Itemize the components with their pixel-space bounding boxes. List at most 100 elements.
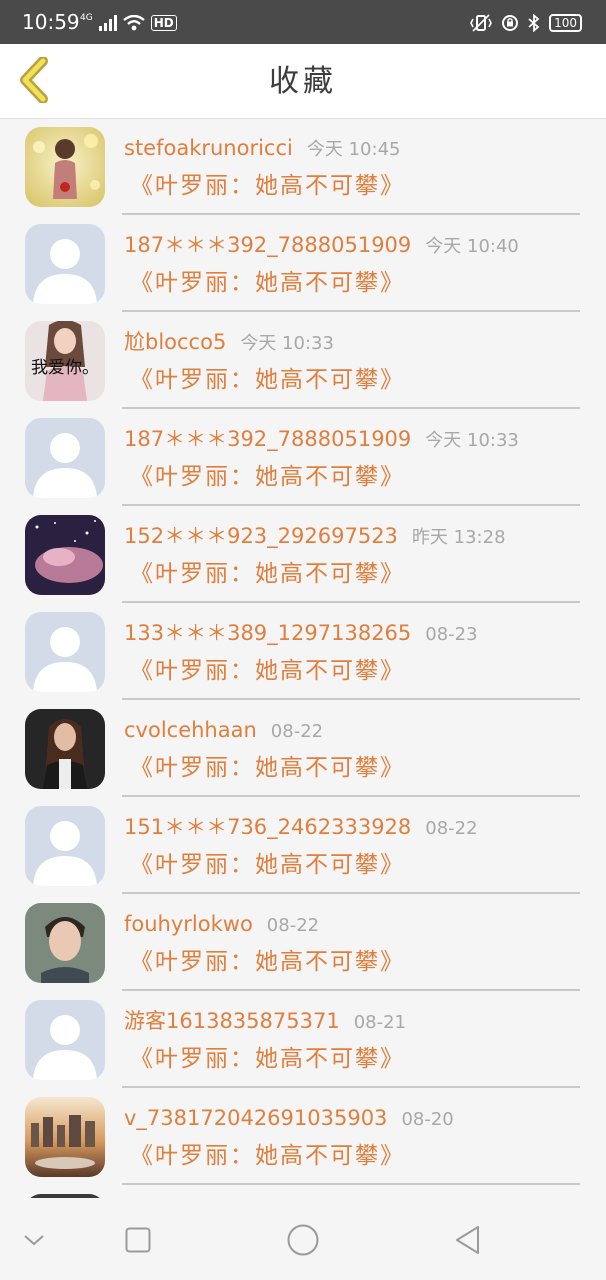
chevron-down-icon bbox=[24, 1235, 44, 1246]
avatar[interactable] bbox=[25, 127, 105, 207]
nav-recents-button[interactable] bbox=[116, 1218, 160, 1262]
signal-icon bbox=[98, 15, 117, 31]
wifi-icon bbox=[122, 15, 145, 31]
status-right-icons: 100 bbox=[469, 14, 582, 32]
avatar[interactable] bbox=[25, 1097, 105, 1177]
nav-home-button[interactable] bbox=[281, 1218, 325, 1262]
item-book-title[interactable]: 《叶罗丽：她高不可攀》 bbox=[130, 849, 405, 881]
circle-icon bbox=[287, 1224, 319, 1256]
item-username: 尬blocco5 今天 10:33 bbox=[124, 328, 334, 358]
username-text: 133＊＊＊389_1297138265 bbox=[124, 621, 412, 645]
hd-icon: HD bbox=[150, 15, 177, 31]
item-book-title[interactable]: 《叶罗丽：她高不可攀》 bbox=[130, 267, 405, 299]
avatar[interactable]: 我爱你。 bbox=[25, 321, 105, 401]
vibrate-icon bbox=[470, 14, 492, 32]
item-time: 08-22 bbox=[266, 915, 320, 936]
avatar[interactable] bbox=[25, 418, 105, 498]
item-book-title[interactable]: 《叶罗丽：她高不可攀》 bbox=[130, 364, 405, 396]
navigation-bar bbox=[0, 1198, 606, 1280]
username-text: cvolcehhaan bbox=[124, 718, 257, 742]
avatar[interactable] bbox=[25, 709, 105, 789]
item-username: 152＊＊＊923_292697523 昨天 13:28 bbox=[124, 522, 506, 552]
avatar[interactable] bbox=[25, 1000, 105, 1080]
status-time: 10:59 bbox=[22, 10, 80, 34]
item-username: 游客1613835875371 08-21 bbox=[124, 1007, 406, 1037]
status-bar: 10:59 4G HD 100 bbox=[0, 0, 606, 44]
battery-icon: 100 bbox=[549, 14, 582, 32]
item-time: 今天 10:33 bbox=[240, 333, 334, 354]
list-item[interactable]: 187＊＊＊392_7888051909 今天 10:40 《叶罗丽：她高不可攀》 bbox=[0, 215, 606, 312]
list-item[interactable]: 151＊＊＊736_2462333928 08-22 《叶罗丽：她高不可攀》 bbox=[0, 797, 606, 894]
item-time: 今天 10:40 bbox=[425, 236, 519, 257]
status-left-icons: 4G HD bbox=[80, 14, 177, 32]
avatar-image bbox=[25, 1097, 105, 1177]
username-text: 151＊＊＊736_2462333928 bbox=[124, 815, 412, 839]
item-book-title[interactable]: 《叶罗丽：她高不可攀》 bbox=[130, 1043, 405, 1075]
avatar[interactable] bbox=[25, 224, 105, 304]
alarm-icon bbox=[502, 15, 519, 31]
default-user-icon bbox=[25, 224, 105, 304]
avatar-image: 我爱你。 bbox=[25, 321, 105, 401]
item-book-title[interactable]: 《叶罗丽：她高不可攀》 bbox=[130, 170, 405, 202]
triangle-back-icon bbox=[456, 1226, 479, 1254]
username-text: 187＊＊＊392_7888051909 bbox=[124, 427, 412, 451]
item-book-title[interactable]: 《叶罗丽：她高不可攀》 bbox=[130, 1140, 405, 1172]
list-item[interactable] bbox=[0, 1185, 606, 1198]
item-username: 133＊＊＊389_1297138265 08-23 bbox=[124, 619, 478, 649]
avatar-image bbox=[25, 903, 105, 983]
item-username: 187＊＊＊392_7888051909 今天 10:40 bbox=[124, 231, 519, 261]
username-text: fouhyrlokwo bbox=[124, 912, 253, 936]
bluetooth-icon bbox=[528, 14, 540, 32]
list-item[interactable]: 187＊＊＊392_7888051909 今天 10:33 《叶罗丽：她高不可攀》 bbox=[0, 409, 606, 506]
nav-hide-button[interactable] bbox=[12, 1218, 56, 1262]
list-item[interactable]: 我爱你。 尬blocco5 今天 10:33 《叶罗丽：她高不可攀》 bbox=[0, 312, 606, 409]
item-username: 187＊＊＊392_7888051909 今天 10:33 bbox=[124, 425, 519, 455]
item-time: 今天 10:45 bbox=[306, 139, 401, 160]
square-icon bbox=[125, 1227, 151, 1253]
network-label: 4G bbox=[80, 13, 93, 23]
avatar[interactable] bbox=[25, 806, 105, 886]
item-book-title[interactable]: 《叶罗丽：她高不可攀》 bbox=[130, 461, 405, 493]
username-text: 187＊＊＊392_7888051909 bbox=[124, 233, 412, 257]
item-time: 08-22 bbox=[425, 818, 478, 839]
default-user-icon bbox=[25, 1000, 105, 1080]
page-title: 收藏 bbox=[269, 64, 337, 99]
list-item[interactable]: stefoakrunoricci 今天 10:45 《叶罗丽：她高不可攀》 bbox=[0, 118, 606, 215]
item-book-title[interactable]: 《叶罗丽：她高不可攀》 bbox=[130, 946, 405, 978]
default-user-icon bbox=[25, 612, 105, 692]
item-book-title[interactable]: 《叶罗丽：她高不可攀》 bbox=[130, 655, 405, 687]
avatar-image bbox=[25, 709, 105, 789]
header-bar: 收藏 bbox=[0, 44, 606, 119]
avatar[interactable] bbox=[25, 515, 105, 595]
item-username: 151＊＊＊736_2462333928 08-22 bbox=[124, 813, 478, 843]
battery-level: 100 bbox=[554, 16, 577, 30]
avatar[interactable] bbox=[25, 612, 105, 692]
default-user-icon bbox=[25, 806, 105, 886]
avatar-image bbox=[25, 127, 105, 207]
default-user-icon bbox=[25, 418, 105, 498]
favorites-list: stefoakrunoricci 今天 10:45 《叶罗丽：她高不可攀》 187… bbox=[0, 118, 606, 1198]
nav-back-button[interactable] bbox=[446, 1218, 490, 1262]
username-text: 尬blocco5 bbox=[124, 330, 227, 354]
item-book-title[interactable]: 《叶罗丽：她高不可攀》 bbox=[130, 752, 405, 784]
avatar-caption: 我爱你。 bbox=[31, 358, 99, 378]
list-item[interactable]: cvolcehhaan 08-22 《叶罗丽：她高不可攀》 bbox=[0, 700, 606, 797]
item-time: 08-23 bbox=[425, 624, 478, 645]
item-book-title[interactable]: 《叶罗丽：她高不可攀》 bbox=[130, 558, 405, 590]
item-username: fouhyrlokwo 08-22 bbox=[124, 910, 319, 940]
item-time: 昨天 13:28 bbox=[411, 527, 506, 548]
avatar-image bbox=[25, 515, 105, 595]
item-username: v_738172042691035903 08-20 bbox=[124, 1104, 454, 1134]
list-item[interactable]: 152＊＊＊923_292697523 昨天 13:28 《叶罗丽：她高不可攀》 bbox=[0, 506, 606, 603]
list-item[interactable]: 133＊＊＊389_1297138265 08-23 《叶罗丽：她高不可攀》 bbox=[0, 603, 606, 700]
avatar[interactable] bbox=[25, 903, 105, 983]
username-text: stefoakrunoricci bbox=[124, 136, 293, 160]
item-username: stefoakrunoricci 今天 10:45 bbox=[124, 134, 400, 164]
list-item[interactable]: 游客1613835875371 08-21 《叶罗丽：她高不可攀》 bbox=[0, 991, 606, 1088]
list-item[interactable]: fouhyrlokwo 08-22 《叶罗丽：她高不可攀》 bbox=[0, 894, 606, 991]
item-time: 08-21 bbox=[353, 1012, 407, 1033]
list-item[interactable]: v_738172042691035903 08-20 《叶罗丽：她高不可攀》 bbox=[0, 1088, 606, 1185]
username-text: 152＊＊＊923_292697523 bbox=[124, 524, 398, 548]
username-text: v_738172042691035903 bbox=[124, 1106, 388, 1130]
username-text: 游客1613835875371 bbox=[124, 1009, 340, 1033]
